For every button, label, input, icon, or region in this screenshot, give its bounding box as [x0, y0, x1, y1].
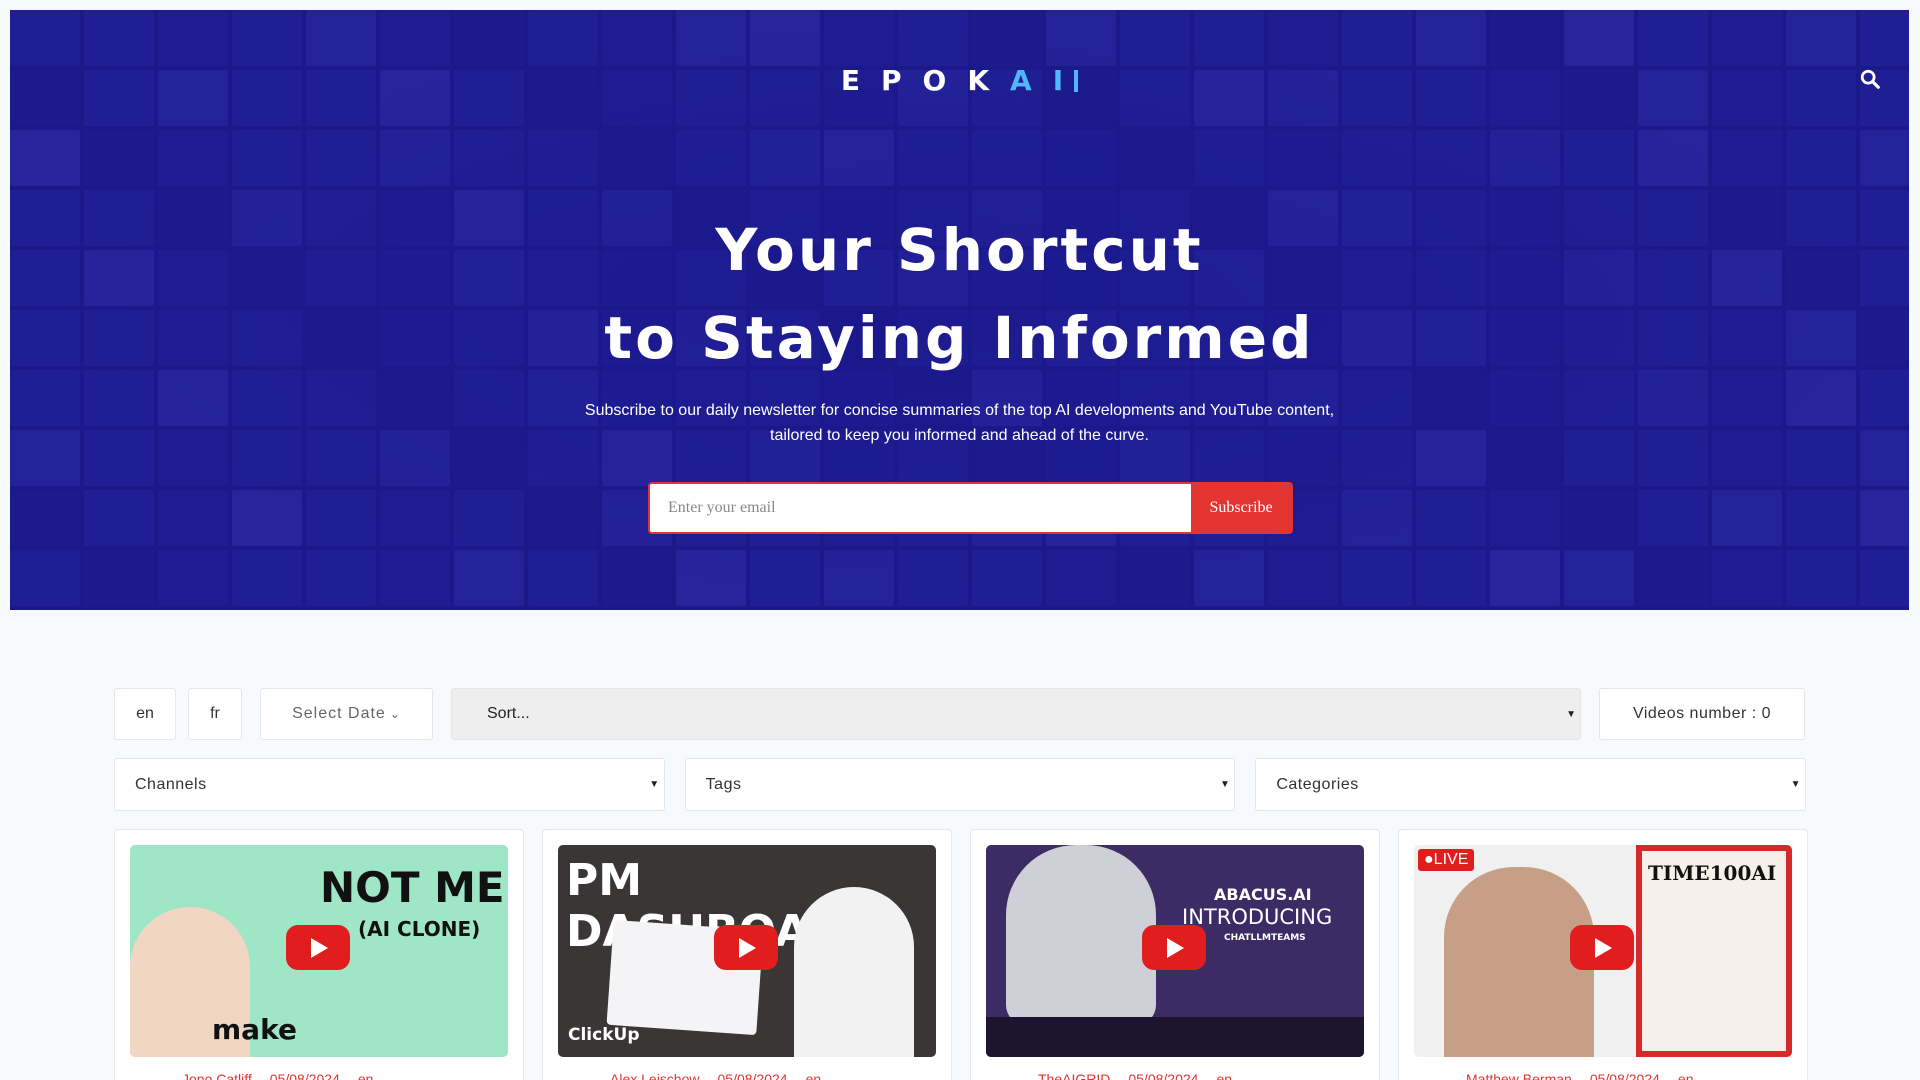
live-dot-icon: ● [1424, 851, 1434, 868]
channels-select[interactable]: Channels ▼ [114, 758, 665, 811]
video-meta: TheAIGRID 05/08/2024 en [986, 1071, 1364, 1080]
video-thumbnail[interactable]: ABACUS.AI INTRODUCING CHATLLMTEAMS [986, 845, 1364, 1057]
video-card[interactable]: NOT ME (AI CLONE) make Jono Catliff 05/0… [114, 829, 524, 1080]
subscribe-button[interactable]: Subscribe [1191, 484, 1291, 532]
hero-banner: EPOKAI Your Shortcut to Staying Informed… [10, 10, 1909, 610]
video-thumbnail[interactable]: NOT ME (AI CLONE) make [130, 845, 508, 1057]
hero-subtext: Subscribe to our daily newsletter for co… [10, 398, 1909, 448]
video-date: 05/08/2024 [1589, 1071, 1660, 1080]
presenter-image [794, 887, 914, 1057]
video-date: 05/08/2024 [717, 1071, 788, 1080]
robot-image [1006, 845, 1156, 1025]
channel-link[interactable]: Alex Leischow [610, 1071, 700, 1080]
logo-text: EPOK [840, 64, 1011, 97]
videos-count: Videos number : 0 [1599, 688, 1805, 740]
live-badge-label: LIVE [1433, 851, 1469, 868]
hero-headline: Your Shortcut to Staying Informed [10, 206, 1909, 382]
live-badge: ●LIVE [1418, 849, 1475, 871]
headline-line-1: Your Shortcut [715, 216, 1204, 284]
video-meta: Matthew Berman 05/08/2024 en [1414, 1071, 1792, 1080]
play-icon[interactable] [1570, 925, 1634, 970]
channel-link[interactable]: Jono Catliff [182, 1071, 252, 1080]
video-language: en [1677, 1071, 1694, 1080]
video-thumbnail[interactable]: TIME100AI ●LIVE [1414, 845, 1792, 1057]
thumbnail-title: NOT ME [320, 863, 505, 912]
tags-select-label: Tags [705, 775, 742, 793]
site-logo[interactable]: EPOKAI [10, 64, 1909, 97]
subtext-line-2: tailored to keep you informed and ahead … [770, 427, 1149, 444]
chevron-down-icon: ▼ [1566, 708, 1576, 720]
play-icon[interactable] [1142, 925, 1206, 970]
video-meta: Jono Catliff 05/08/2024 en [130, 1071, 508, 1080]
language-fr-button[interactable]: fr [188, 688, 242, 740]
magazine-title: TIME100AI [1648, 861, 1777, 885]
categories-select[interactable]: Categories ▼ [1255, 758, 1807, 811]
channel-link[interactable]: TheAIGRID [1038, 1071, 1110, 1080]
sort-select-label: Sort... [487, 705, 530, 722]
thumbnail-subtitle: (AI CLONE) [358, 917, 481, 941]
video-language: en [357, 1071, 374, 1080]
tags-select[interactable]: Tags ▼ [684, 758, 1236, 811]
thumbnail-title: INTRODUCING [1182, 905, 1333, 929]
brand-logo-text: make [212, 1013, 297, 1046]
video-meta: Alex Leischow 05/08/2024 en [558, 1071, 936, 1080]
brand-logo-text: ABACUS.AI [1214, 885, 1312, 904]
video-language: en [1216, 1071, 1233, 1080]
date-select-label: Select Date [292, 705, 386, 722]
logo-text-ai: AI [1010, 64, 1085, 97]
headline-line-2: to Staying Informed [604, 304, 1315, 372]
email-input[interactable] [650, 484, 1191, 532]
categories-select-label: Categories [1276, 775, 1359, 793]
channels-select-label: Channels [135, 775, 207, 793]
filter-bar-primary: en fr Select Date ⌄ Sort... ▼ Videos num… [114, 688, 1806, 740]
play-icon[interactable] [286, 925, 350, 970]
subtext-line-1: Subscribe to our daily newsletter for co… [584, 402, 1335, 419]
logo-cursor [1074, 70, 1079, 92]
magazine-cover: TIME100AI [1636, 845, 1792, 1057]
date-select[interactable]: Select Date ⌄ [260, 688, 433, 740]
thumbnail-subtitle: CHATLLMTEAMS [1224, 933, 1306, 943]
filter-bar-secondary: Channels ▼ Tags ▼ Categories ▼ [114, 758, 1807, 811]
chevron-down-icon: ▼ [1219, 779, 1231, 790]
language-en-button[interactable]: en [114, 688, 176, 740]
chevron-down-icon: ⌄ [389, 707, 401, 721]
video-card-grid: NOT ME (AI CLONE) make Jono Catliff 05/0… [114, 829, 1808, 1080]
chevron-down-icon: ▼ [649, 779, 660, 790]
video-date: 05/08/2024 [269, 1071, 340, 1080]
sort-select[interactable]: Sort... ▼ [451, 688, 1581, 740]
stage-image [986, 1017, 1364, 1057]
chevron-down-icon: ▼ [1790, 779, 1802, 790]
video-card[interactable]: TIME100AI ●LIVE Matthew Berman 05/08/202… [1398, 829, 1808, 1080]
video-thumbnail[interactable]: PM DASHBOARD ClickUp [558, 845, 936, 1057]
play-icon[interactable] [714, 925, 778, 970]
channel-link[interactable]: Matthew Berman [1466, 1071, 1572, 1080]
search-icon[interactable] [1859, 68, 1881, 90]
video-card[interactable]: ABACUS.AI INTRODUCING CHATLLMTEAMS TheAI… [970, 829, 1380, 1080]
video-card[interactable]: PM DASHBOARD ClickUp Alex Leischow 05/08… [542, 829, 952, 1080]
newsletter-form: Subscribe [648, 482, 1293, 534]
video-date: 05/08/2024 [1128, 1071, 1199, 1080]
video-language: en [805, 1071, 822, 1080]
brand-logo-text: ClickUp [568, 1025, 640, 1045]
